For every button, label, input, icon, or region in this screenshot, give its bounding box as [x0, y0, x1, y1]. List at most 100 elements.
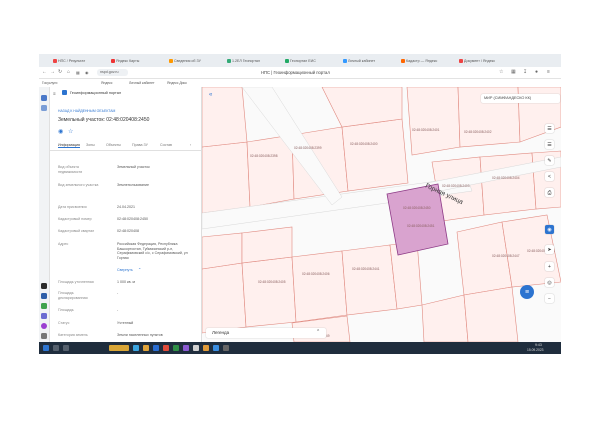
address-bar: ← → ↻ ⌂ ▦ ◉ nspd.gov.ru НПС | Геоинформа… [39, 67, 561, 79]
legend-bar[interactable]: Легенда ⌃ [206, 328, 326, 338]
browser-tab[interactable]: Документ / Яндекс [459, 56, 513, 66]
menu-icon[interactable]: ≡ [547, 69, 550, 75]
draw-icon[interactable]: ✎ [545, 156, 554, 165]
zoom-in-icon[interactable]: + [545, 262, 554, 271]
download-icon[interactable]: ↧ [523, 69, 527, 75]
parcel[interactable] [406, 87, 461, 156]
assistant-icon[interactable]: ◉ [545, 225, 554, 234]
taskbar-app[interactable] [153, 345, 159, 351]
zoom-out-icon[interactable]: − [545, 294, 554, 303]
browser-window: НПС / Результат Яндекс Карты Сведения об З… [39, 54, 561, 354]
search-icon[interactable] [53, 345, 59, 351]
parcel[interactable] [241, 226, 293, 264]
taskbar-app[interactable] [223, 345, 229, 351]
tab-objects[interactable]: Объекты [106, 143, 121, 147]
reload-icon[interactable]: ↻ [58, 69, 62, 75]
sidebar-app-icon[interactable] [41, 293, 47, 299]
browser-tab[interactable]: Кадастр — Яндекс [401, 56, 455, 66]
sidebar-app-icon[interactable] [41, 283, 47, 289]
home-icon[interactable]: ⌂ [67, 69, 70, 75]
compass-icon[interactable]: ◎ [545, 278, 554, 287]
collapse-panel-icon[interactable]: « [209, 92, 212, 98]
field-label: Вид объекта недвижимости [58, 165, 83, 174]
parcel[interactable] [479, 152, 537, 216]
taskbar-app[interactable] [143, 345, 149, 351]
collapse-link[interactable]: Свернуть [117, 268, 133, 272]
browser-tab[interactable]: Сведения об ЗУ [169, 56, 223, 66]
cadastral-map[interactable]: Горная улица 02:48:020408:2398 02:48:0204… [202, 87, 561, 342]
field-value: Землепользование [117, 183, 150, 187]
parcel[interactable] [291, 250, 348, 323]
chevron-up-icon[interactable]: ⌃ [316, 329, 320, 335]
taskbar-app[interactable] [133, 345, 139, 351]
parcel-label: 02:48:020408:2400 [350, 142, 378, 146]
location-pin-icon[interactable]: ◉ [58, 128, 63, 135]
lock-icon: ◉ [85, 70, 89, 75]
tabs-grid-icon[interactable]: ▦ [76, 70, 80, 75]
field-label: Категория земель [58, 333, 88, 337]
ruler-icon[interactable]: ☰ [545, 140, 554, 149]
tab-favicon-icon [401, 59, 405, 63]
browser-tab[interactable]: Яндекс Карты [111, 56, 165, 66]
taskbar-app[interactable] [183, 345, 189, 351]
start-icon[interactable] [43, 345, 49, 351]
parcel[interactable] [341, 244, 398, 316]
task-view-icon[interactable] [63, 345, 69, 351]
print-icon[interactable]: ⎙ [545, 188, 554, 197]
layers-icon[interactable]: ☰ [545, 124, 554, 133]
field-value: 02:48:020408 [117, 229, 139, 233]
parcel[interactable] [463, 286, 519, 342]
tab-info[interactable]: Информация [58, 143, 81, 148]
taskbar-app[interactable] [173, 345, 179, 351]
parcel-label: 02:48:020408:2403 [442, 184, 470, 188]
tab-favicon-icon [285, 59, 289, 63]
parcel[interactable] [202, 141, 251, 214]
sidebar-app-icon[interactable] [41, 105, 47, 111]
browser-tab[interactable]: Геопортал ЕИС [285, 56, 339, 66]
app-sidebar [39, 87, 50, 342]
taskbar-app[interactable] [213, 345, 219, 351]
browser-tab[interactable]: Личный кабинет [343, 56, 397, 66]
tab-zones[interactable]: Зоны [86, 143, 95, 147]
sidebar-app-icon[interactable] [41, 333, 47, 339]
taskbar-app[interactable] [163, 345, 169, 351]
favorite-star-icon[interactable]: ☆ [68, 128, 73, 135]
taskbar-app[interactable] [193, 345, 199, 351]
extensions-icon[interactable]: ▦ [511, 69, 516, 75]
map-search-box[interactable]: МИР (СИМФАНДЕСКО КК) [481, 94, 560, 103]
panel-header: Геоинформационный портал [70, 91, 122, 95]
sidebar-app-icon[interactable] [41, 303, 47, 309]
parcel[interactable] [241, 256, 297, 328]
bookmark-item[interactable]: Госуслуги [42, 81, 57, 85]
chat-fab-icon[interactable]: ≡ [520, 285, 534, 299]
sidebar-app-icon[interactable] [41, 313, 47, 319]
url-field[interactable]: nspd.gov.ru [97, 69, 128, 76]
field-label: Площадь уточненная [58, 280, 94, 284]
taskbar-app[interactable] [109, 345, 129, 351]
parcel[interactable] [202, 232, 243, 270]
sidebar-app-icon[interactable] [41, 323, 47, 329]
profile-icon[interactable]: ● [535, 69, 538, 75]
sidebar-app-icon[interactable] [41, 95, 47, 101]
hamburger-icon[interactable]: ≡ [53, 91, 56, 96]
tab-rights[interactable]: Права ЗУ [132, 143, 148, 147]
bookmark-item[interactable]: Яндекс Диск [167, 81, 187, 85]
back-icon[interactable]: ← [42, 69, 47, 75]
browser-tab[interactable]: 1.2ЕЛ Геопортал [227, 56, 281, 66]
taskbar-app[interactable] [203, 345, 209, 351]
map-canvas[interactable]: Горная улица 02:48:020408:239802:48:0204… [202, 87, 561, 342]
parcel[interactable] [202, 262, 247, 334]
back-link[interactable]: НАЗАД К НАЙДЕННЫМ ОБЪЕКТАМ [58, 109, 115, 113]
share-icon[interactable]: < [545, 172, 554, 181]
tabs-more-icon[interactable]: › [190, 143, 191, 147]
chevron-up-icon[interactable]: ⌃ [138, 267, 141, 272]
parcel[interactable] [421, 294, 469, 342]
bookmark-item[interactable]: Яндекс [101, 81, 112, 85]
bookmark-item[interactable]: Личный кабинет [129, 81, 155, 85]
parcel[interactable] [341, 118, 409, 192]
tab-composition[interactable]: Состав [160, 143, 172, 147]
bookmark-star-icon[interactable]: ☆ [499, 69, 503, 75]
locate-icon[interactable]: ➤ [545, 245, 554, 254]
forward-icon[interactable]: → [50, 69, 55, 75]
browser-tab[interactable]: НПС / Результат [53, 56, 107, 66]
